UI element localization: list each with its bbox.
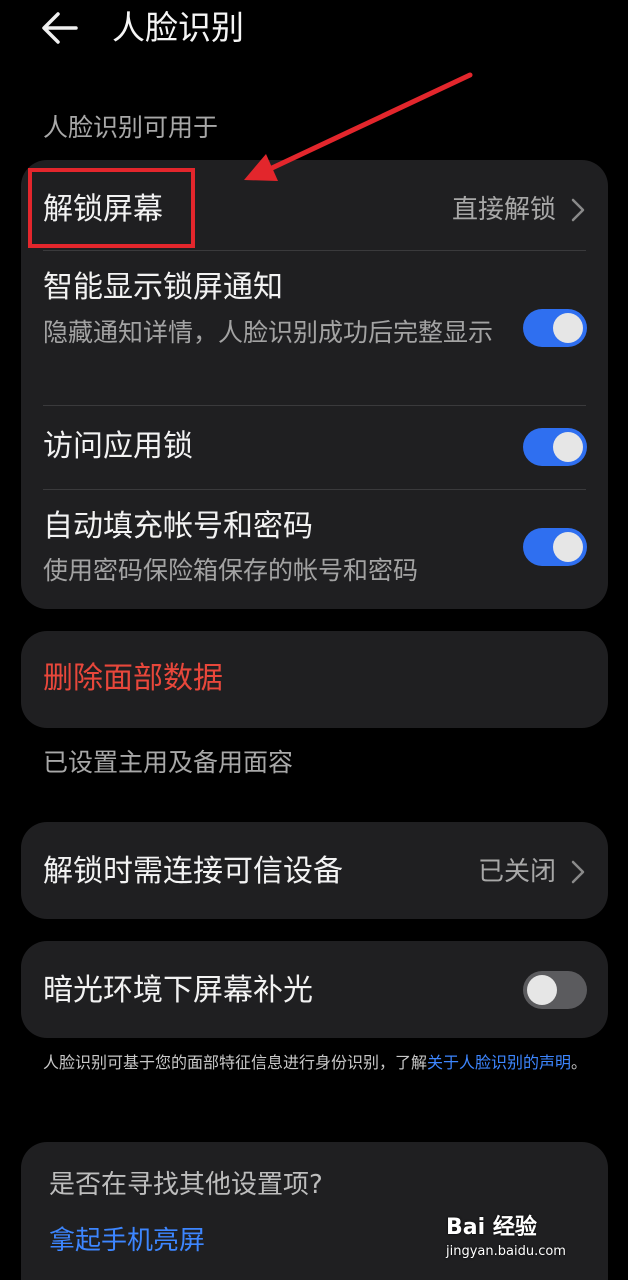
section-label-usage: 人脸识别可用于 xyxy=(43,113,219,142)
raise-to-wake-link[interactable]: 拿起手机亮屏 xyxy=(49,1224,205,1258)
autofill-toggle[interactable] xyxy=(523,528,587,566)
autofill-row[interactable]: 自动填充帐号和密码 使用密码保险箱保存的帐号和密码 xyxy=(21,490,608,609)
smart-notifications-subtitle: 隐藏通知详情，人脸识别成功后完整显示 xyxy=(43,318,494,347)
trusted-device-card: 解锁时需连接可信设备 已关闭 xyxy=(21,822,608,919)
toggle-knob xyxy=(527,975,557,1005)
toggle-knob xyxy=(553,313,583,343)
back-arrow-icon[interactable] xyxy=(36,6,88,50)
low-light-card: 暗光环境下屏幕补光 xyxy=(21,941,608,1038)
watermark-brand: Bai 经验 xyxy=(446,1215,537,1240)
footnote-text: 人脸识别可基于您的面部特征信息进行身份识别，了解 xyxy=(43,1053,428,1072)
footnote-end: 。 xyxy=(571,1053,588,1072)
app-lock-toggle[interactable] xyxy=(523,428,587,466)
page-title: 人脸识别 xyxy=(112,8,244,47)
trusted-device-title: 解锁时需连接可信设备 xyxy=(43,854,343,889)
low-light-toggle[interactable] xyxy=(523,971,587,1009)
smart-notifications-toggle[interactable] xyxy=(523,309,587,347)
face-recognition-statement-link[interactable]: 关于人脸识别的声明 xyxy=(427,1053,571,1072)
smart-notifications-title: 智能显示锁屏通知 xyxy=(43,270,283,305)
delete-face-data-button[interactable]: 删除面部数据 xyxy=(21,631,608,728)
suggestions-question: 是否在寻找其他设置项? xyxy=(49,1170,323,1200)
section-label-faces: 已设置主用及备用面容 xyxy=(43,748,294,777)
baidu-jingyan-watermark: Bai 经验 jingyan.baidu.com xyxy=(444,1214,594,1264)
watermark-url: jingyan.baidu.com xyxy=(446,1244,566,1259)
chevron-right-icon xyxy=(571,860,585,884)
trusted-device-value: 已关闭 xyxy=(477,857,556,887)
delete-face-data-label: 删除面部数据 xyxy=(43,661,223,696)
unlock-screen-value: 直接解锁 xyxy=(451,195,556,225)
face-recognition-footnote: 人脸识别可基于您的面部特征信息进行身份识别，了解关于人脸识别的声明。 xyxy=(43,1050,591,1075)
toggle-knob xyxy=(553,532,583,562)
low-light-row[interactable]: 暗光环境下屏幕补光 xyxy=(21,941,608,1038)
app-lock-title: 访问应用锁 xyxy=(43,429,193,464)
toggle-knob xyxy=(553,432,583,462)
app-lock-row[interactable]: 访问应用锁 xyxy=(21,406,608,489)
chevron-right-icon xyxy=(571,198,585,222)
trusted-device-row[interactable]: 解锁时需连接可信设备 已关闭 xyxy=(21,822,608,919)
app-header: 人脸识别 xyxy=(0,0,628,62)
autofill-subtitle: 使用密码保险箱保存的帐号和密码 xyxy=(43,556,419,585)
autofill-title: 自动填充帐号和密码 xyxy=(43,509,313,544)
annotation-highlight-box xyxy=(28,168,195,248)
smart-notifications-row[interactable]: 智能显示锁屏通知 隐藏通知详情，人脸识别成功后完整显示 xyxy=(21,251,608,405)
low-light-title: 暗光环境下屏幕补光 xyxy=(43,973,313,1008)
